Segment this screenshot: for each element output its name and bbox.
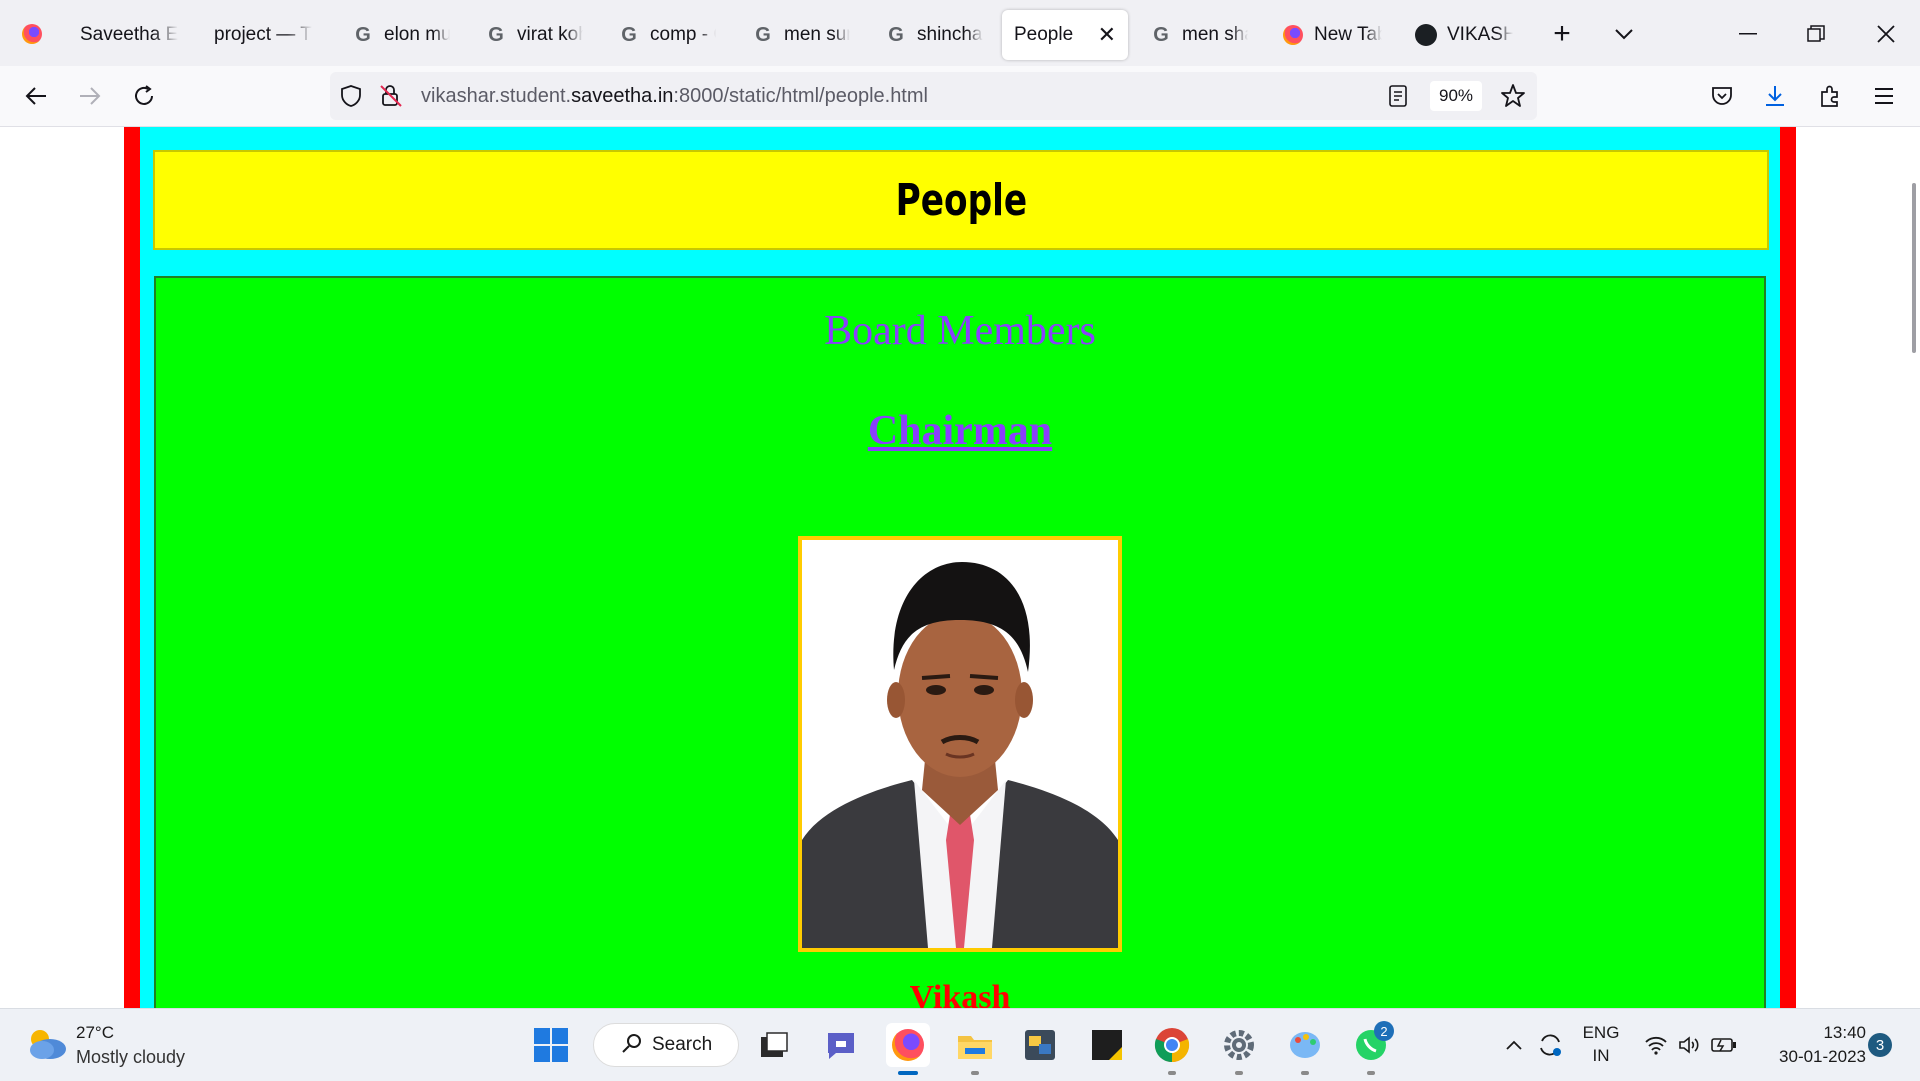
tab-label: Saveetha Eng xyxy=(80,24,178,45)
tab-label: shinchan xyxy=(917,24,983,45)
url-text[interactable]: vikashar.student.saveetha.in:8000/static… xyxy=(421,85,928,108)
google-icon: G xyxy=(355,23,371,46)
insecure-lock-icon[interactable] xyxy=(378,83,404,114)
close-tab-icon[interactable]: ✕ xyxy=(1098,22,1116,48)
sticky-notes-icon[interactable] xyxy=(1085,1023,1129,1067)
tab-label: virat koh xyxy=(517,24,583,45)
teams-chat-icon[interactable] xyxy=(819,1023,863,1067)
volume-icon[interactable] xyxy=(1672,1023,1708,1067)
weather-description[interactable]: Mostly cloudy xyxy=(76,1047,185,1068)
settings-gear-icon[interactable] xyxy=(1217,1023,1261,1067)
github-icon xyxy=(1415,24,1437,46)
paint-icon[interactable] xyxy=(1283,1023,1327,1067)
tab-label: elon mus xyxy=(384,24,450,45)
downloads-icon[interactable] xyxy=(1757,78,1793,114)
tracking-shield-icon[interactable] xyxy=(340,84,362,113)
tab-project[interactable]: project — Th xyxy=(202,10,324,60)
task-view-icon[interactable] xyxy=(752,1023,796,1067)
restore-icon[interactable] xyxy=(1794,10,1838,58)
app-running-indicator xyxy=(1168,1071,1176,1075)
search-icon xyxy=(622,1033,642,1058)
file-explorer-icon[interactable] xyxy=(953,1023,997,1067)
python-ide-icon[interactable] xyxy=(1018,1023,1062,1067)
battery-icon[interactable] xyxy=(1706,1023,1742,1067)
google-icon: G xyxy=(621,23,637,46)
tab-label: VIKASHA xyxy=(1447,24,1513,45)
new-tab-plus-icon[interactable]: + xyxy=(1540,10,1584,58)
navigation-toolbar: vikashar.student.saveetha.in:8000/static… xyxy=(0,66,1920,127)
tab-label: men sha xyxy=(1182,24,1248,45)
firefox-icon xyxy=(1282,24,1304,46)
app-running-indicator xyxy=(971,1071,979,1075)
url-path: :8000/static/html/people.html xyxy=(673,85,928,107)
show-hidden-icons-chevron[interactable] xyxy=(1494,1023,1534,1067)
wifi-icon[interactable] xyxy=(1638,1023,1674,1067)
clock-date[interactable]: 30-01-2023 xyxy=(1756,1047,1866,1067)
url-bar[interactable]: vikashar.student.saveetha.in:8000/static… xyxy=(330,72,1537,120)
tab-github[interactable]: VIKASHA xyxy=(1403,10,1525,60)
tab-saveetha[interactable]: Saveetha Eng xyxy=(68,10,190,60)
url-prefix: vikashar.student. xyxy=(421,85,572,107)
back-arrow-icon[interactable] xyxy=(18,78,54,114)
tab-people[interactable]: People ✕ xyxy=(1002,10,1128,60)
language-indicator-top[interactable]: ENG xyxy=(1578,1023,1624,1043)
chairman-link[interactable]: Chairman xyxy=(0,407,1920,455)
firefox-taskbar-icon[interactable] xyxy=(886,1023,930,1067)
member-name: Vikash xyxy=(909,979,1011,1009)
weather-temperature[interactable]: 27°C xyxy=(76,1023,114,1043)
windows-start-icon[interactable] xyxy=(529,1023,573,1067)
active-app-indicator xyxy=(898,1071,918,1075)
taskbar-search[interactable]: Search xyxy=(593,1023,739,1067)
page-scrollbar[interactable] xyxy=(1912,183,1916,353)
tab-label: project — Th xyxy=(214,24,312,45)
tab-comp[interactable]: G comp - C xyxy=(606,10,728,60)
reload-icon[interactable] xyxy=(126,78,162,114)
app-menu-icon[interactable] xyxy=(1866,78,1902,114)
weather-cloud-icon[interactable] xyxy=(26,1025,68,1066)
tab-shinchan[interactable]: G shinchan xyxy=(873,10,995,60)
tab-label: comp - C xyxy=(650,24,716,45)
bookmark-star-icon[interactable] xyxy=(1500,83,1526,114)
tab-label: New Tab xyxy=(1314,24,1382,45)
whatsapp-badge: 2 xyxy=(1374,1021,1394,1041)
chrome-icon[interactable] xyxy=(1150,1023,1194,1067)
tab-elon[interactable]: G elon mus xyxy=(340,10,462,60)
google-icon: G xyxy=(488,23,504,46)
windows-taskbar: 27°C Mostly cloudy Search 2 ENG IN 13:40… xyxy=(0,1008,1920,1081)
page-viewport: People Board Members Chairman Vikash xyxy=(0,127,1920,1009)
app-running-indicator xyxy=(1235,1071,1243,1075)
list-tabs-chevron-icon[interactable] xyxy=(1602,10,1646,58)
firefox-view-icon[interactable] xyxy=(14,10,50,58)
forward-arrow-icon[interactable] xyxy=(72,78,108,114)
tab-bar: Saveetha Eng project — Th G elon mus G v… xyxy=(0,0,1920,66)
app-running-indicator xyxy=(1367,1071,1375,1075)
language-indicator-bottom[interactable]: IN xyxy=(1578,1046,1624,1066)
google-icon: G xyxy=(888,23,904,46)
clock-time[interactable]: 13:40 xyxy=(1756,1023,1866,1043)
url-domain: saveetha.in xyxy=(571,85,674,107)
search-label: Search xyxy=(652,1034,713,1055)
reader-view-icon[interactable] xyxy=(1388,85,1408,112)
member-photo xyxy=(798,536,1122,952)
tab-men-sha[interactable]: G men sha xyxy=(1138,10,1260,60)
sync-icon[interactable] xyxy=(1530,1023,1570,1067)
tab-label: People xyxy=(1014,24,1074,45)
page-header: People xyxy=(153,150,1769,250)
page-title: People xyxy=(895,174,1027,226)
minimize-icon[interactable] xyxy=(1726,10,1770,58)
app-running-indicator xyxy=(1301,1071,1309,1075)
section-title: Board Members xyxy=(824,308,1096,354)
notification-count-badge[interactable]: 3 xyxy=(1868,1033,1892,1057)
tab-new-tab[interactable]: New Tab xyxy=(1270,10,1394,60)
google-icon: G xyxy=(1153,23,1169,46)
close-window-icon[interactable] xyxy=(1864,10,1908,58)
extensions-puzzle-icon[interactable] xyxy=(1812,78,1848,114)
tab-men-sun[interactable]: G men sun xyxy=(740,10,862,60)
pocket-icon[interactable] xyxy=(1704,78,1740,114)
tab-virat[interactable]: G virat koh xyxy=(473,10,595,60)
zoom-level-button[interactable]: 90% xyxy=(1430,81,1482,111)
tab-label: men sun xyxy=(784,24,850,45)
google-icon: G xyxy=(755,23,771,46)
